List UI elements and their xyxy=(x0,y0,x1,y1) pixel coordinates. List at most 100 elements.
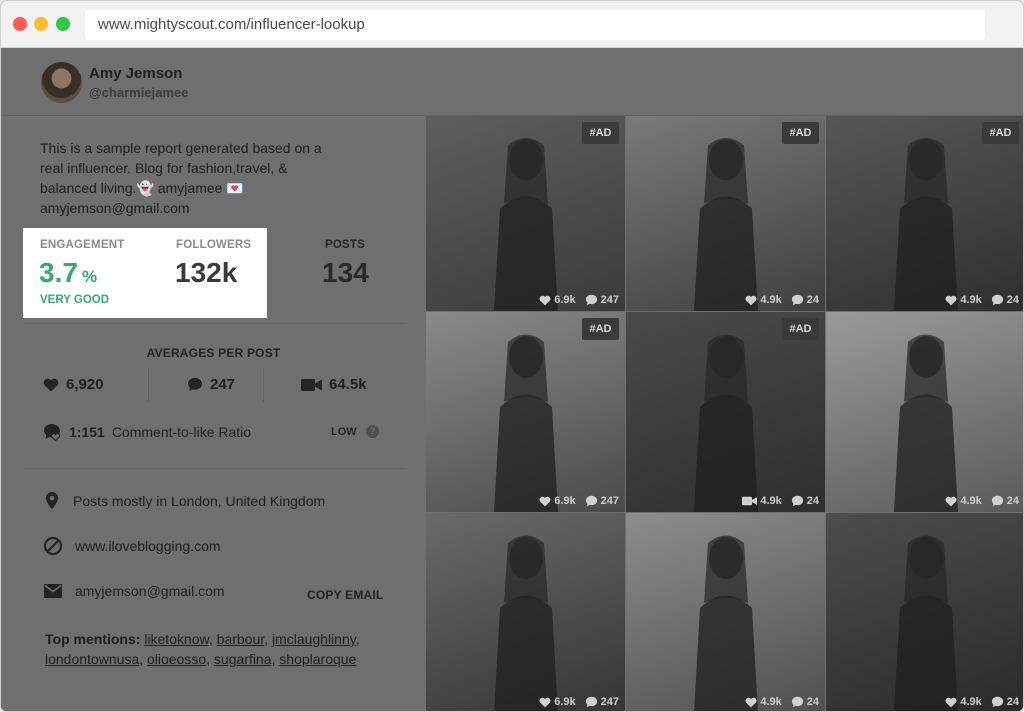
post-thumbnail[interactable]: #AD 4.9k 24 xyxy=(626,312,825,512)
comment-icon xyxy=(791,696,803,708)
engagement-label: ENGAGEMENT xyxy=(40,239,125,251)
comment-icon xyxy=(991,696,1003,708)
post-thumbnail[interactable]: #AD 6.9k 247 xyxy=(426,312,625,512)
post-comments-value: 24 xyxy=(1006,294,1019,306)
top-mentions-label: Top mentions: xyxy=(45,631,141,647)
comment-icon xyxy=(585,495,597,507)
video-camera-icon xyxy=(301,378,322,391)
heart-comment-icon xyxy=(44,424,61,441)
divider xyxy=(263,368,264,402)
post-likes-value: 4.9k xyxy=(960,294,982,306)
post-thumbnail[interactable]: 4.9k 24 xyxy=(826,513,1023,711)
post-comments: 247 xyxy=(585,696,619,708)
mention-link[interactable]: sugarfina xyxy=(214,651,272,667)
person-silhouette xyxy=(894,137,958,311)
engagement-number: 3.7 xyxy=(39,257,78,288)
envelope-icon xyxy=(44,584,62,598)
post-stats: 6.9k 247 xyxy=(535,696,619,708)
comment-icon xyxy=(991,495,1003,507)
top-mentions: Top mentions: liketoknow, barbour, jmcla… xyxy=(45,631,360,667)
post-photo xyxy=(826,116,1023,311)
heart-icon xyxy=(539,697,551,707)
maximize-window-button[interactable] xyxy=(56,17,70,31)
ad-badge: #AD xyxy=(582,318,619,340)
bio-line: real influencer. Blog for fashion,travel… xyxy=(40,160,288,176)
mention-link[interactable]: olioeosso xyxy=(147,651,206,667)
post-views: 4.9k xyxy=(742,495,782,507)
comment-icon xyxy=(585,696,597,708)
post-thumbnail[interactable]: #AD 6.9k 247 xyxy=(426,116,625,311)
post-likes: 4.9k xyxy=(745,696,782,708)
posts-label: POSTS xyxy=(325,239,365,251)
person-silhouette xyxy=(494,137,558,311)
post-comments-value: 24 xyxy=(1006,495,1019,507)
post-thumbnail[interactable]: 4.9k 24 xyxy=(626,513,825,711)
heart-icon xyxy=(745,295,757,305)
mention-link[interactable]: liketoknow xyxy=(144,631,209,647)
video-camera-icon xyxy=(742,496,758,506)
average-likes-value: 6,920 xyxy=(66,376,104,393)
post-thumbnail[interactable]: #AD 4.9k 24 xyxy=(626,116,825,311)
heart-icon xyxy=(43,378,59,391)
post-stats: 4.9k 24 xyxy=(941,495,1019,507)
heart-icon xyxy=(539,295,551,305)
comment-icon xyxy=(585,294,597,306)
average-views-value: 64.5k xyxy=(329,376,367,393)
person-silhouette xyxy=(494,334,558,512)
post-photo xyxy=(426,116,625,311)
close-window-button[interactable] xyxy=(13,17,27,31)
minimize-window-button[interactable] xyxy=(34,17,48,31)
location-text: Posts mostly in London, United Kingdom xyxy=(73,492,326,509)
post-views-value: 4.9k xyxy=(760,495,782,507)
address-bar[interactable]: www.mightyscout.com/influencer-lookup xyxy=(85,10,985,40)
post-likes: 4.9k xyxy=(945,696,982,708)
person-silhouette xyxy=(694,535,758,711)
mention-link[interactable]: jmclaughlinny xyxy=(272,631,356,647)
post-comments: 24 xyxy=(791,294,819,306)
post-photo xyxy=(826,513,1023,711)
posts-value: 134 xyxy=(322,257,369,288)
comment-to-like-ratio: 1:151 Comment-to-like Ratio xyxy=(43,423,251,441)
post-comments-value: 24 xyxy=(806,495,819,507)
profile-bio: This is a sample report generated based … xyxy=(40,138,380,218)
post-stats: 4.9k 24 xyxy=(741,696,819,708)
post-photo xyxy=(426,513,625,711)
help-icon[interactable]: ? xyxy=(366,425,379,438)
ad-badge: #AD xyxy=(582,122,619,144)
average-views: 64.5k xyxy=(301,376,367,393)
average-likes: 6,920 xyxy=(43,376,104,393)
link-icon xyxy=(43,536,63,556)
post-photo xyxy=(826,312,1023,512)
post-likes: 4.9k xyxy=(945,294,982,306)
followers-label: FOLLOWERS xyxy=(176,239,252,251)
bio-text: amyjamee xyxy=(157,180,223,196)
post-stats: 4.9k 24 xyxy=(941,294,1019,306)
post-stats: 4.9k 24 xyxy=(741,294,819,306)
website-link[interactable]: www.iloveblogging.com xyxy=(75,538,221,554)
copy-email-button[interactable]: COPY EMAIL xyxy=(307,588,383,602)
post-comments-value: 247 xyxy=(600,696,619,708)
comment-icon xyxy=(791,495,803,507)
post-comments-value: 247 xyxy=(600,294,619,306)
mention-link[interactable]: londontownusa xyxy=(45,651,139,667)
comment-icon xyxy=(991,294,1003,306)
engagement-value: 3.7% xyxy=(39,257,97,289)
heart-icon xyxy=(945,697,957,707)
post-likes-value: 4.9k xyxy=(960,495,982,507)
post-thumbnail[interactable]: #AD 4.9k 24 xyxy=(826,116,1023,311)
mention-link[interactable]: shoplaroque xyxy=(279,651,356,667)
ad-badge: #AD xyxy=(782,318,819,340)
post-thumbnail[interactable]: 4.9k 24 xyxy=(826,312,1023,512)
post-thumbnail[interactable]: 6.9k 247 xyxy=(426,513,625,711)
profile-name: Amy Jemson xyxy=(89,65,183,82)
post-likes-value: 6.9k xyxy=(554,495,576,507)
post-photo xyxy=(626,116,825,311)
location-pin-icon xyxy=(46,492,58,509)
post-comments: 247 xyxy=(585,294,619,306)
mention-link[interactable]: barbour xyxy=(217,631,264,647)
comment-icon xyxy=(791,294,803,306)
post-stats: 6.9k 247 xyxy=(535,294,619,306)
post-stats: 4.9k 24 xyxy=(941,696,1019,708)
ratio-value: 1:151 xyxy=(69,424,105,440)
bio-line: balanced living.👻 amyjamee 💌 xyxy=(40,178,380,198)
